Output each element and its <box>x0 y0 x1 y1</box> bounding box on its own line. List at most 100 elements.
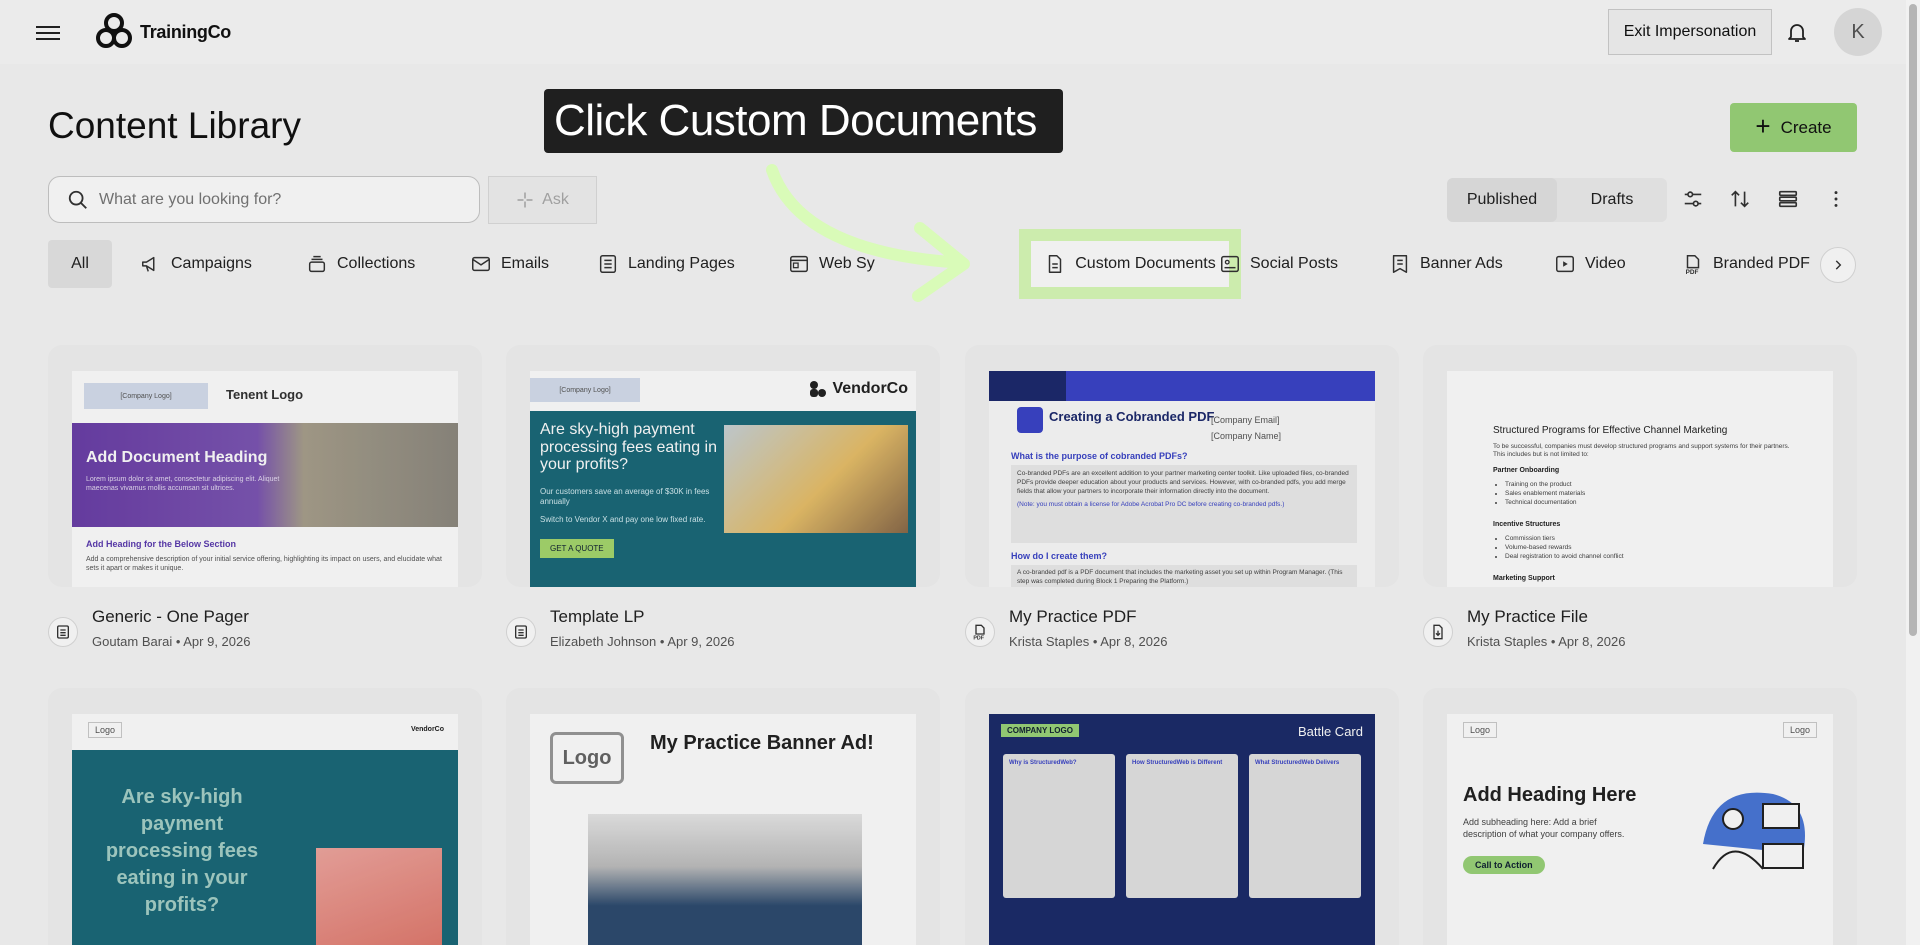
page-icon <box>515 625 527 639</box>
thumb-list-1: Training on the product Sales enablement… <box>1505 481 1585 507</box>
type-badge <box>506 617 536 647</box>
thumb-question-2: How do I create them? <box>1011 551 1108 561</box>
card-title[interactable]: My Practice File <box>1467 607 1588 627</box>
brand-logo[interactable]: TrainingCo <box>94 12 231 52</box>
scrollbar-thumb[interactable] <box>1909 4 1917 636</box>
content-card[interactable]: Logo VendorCo Are sky-high payment proce… <box>48 688 482 945</box>
search-input[interactable] <box>99 190 459 209</box>
content-card[interactable]: COMPANY LOGO Battle Card Why is Structur… <box>965 688 1399 945</box>
card-subtitle: Goutam Barai • Apr 9, 2026 <box>92 634 251 649</box>
card-thumbnail: [Company Logo] VendorCo Are sky-high pay… <box>530 371 916 587</box>
type-badge <box>1423 617 1453 647</box>
content-card[interactable]: Creating a Cobranded PDF [Company Email]… <box>965 345 1399 587</box>
menu-icon[interactable] <box>36 22 60 42</box>
avatar[interactable]: K <box>1834 8 1882 56</box>
card-author: Krista Staples <box>1467 634 1548 649</box>
thumb-heading: Add Heading Here <box>1463 784 1637 806</box>
pointer-arrow-icon <box>766 164 970 302</box>
filter-campaigns[interactable]: Campaigns <box>128 240 264 288</box>
document-icon <box>1049 255 1062 273</box>
thumb-list-item: Training on the product <box>1505 481 1585 490</box>
thumb-headline: Are sky-high payment processing fees eat… <box>540 421 717 474</box>
filter-label: Custom Documents <box>1075 255 1216 272</box>
filter-label: Campaigns <box>171 255 252 272</box>
thumb-section-2: Incentive Structures <box>1493 521 1561 528</box>
stack-icon <box>308 255 326 273</box>
top-bar: TrainingCo Exit Impersonation K <box>0 0 1920 64</box>
ask-button[interactable]: Ask <box>488 176 597 224</box>
more-options-icon[interactable] <box>1825 188 1847 210</box>
card-thumbnail: Logo VendorCo Are sky-high payment proce… <box>72 714 458 945</box>
thumb-heading: Tenent Logo <box>226 387 304 402</box>
filter-all[interactable]: All <box>48 240 112 288</box>
thumb-headline: Are sky-high payment processing fees eat… <box>105 786 259 916</box>
page-icon <box>57 625 69 639</box>
content-card[interactable]: Structured Programs for Effective Channe… <box>1423 345 1857 587</box>
filter-custom-documents[interactable]: Custom Documents <box>1019 229 1241 299</box>
thumb-header-bar <box>989 371 1375 401</box>
content-card[interactable]: Logo My Practice Banner Ad! <box>506 688 940 945</box>
card-thumbnail: Logo My Practice Banner Ad! <box>530 714 916 945</box>
filters-next-button[interactable] <box>1820 247 1856 283</box>
thumb-note: (Note: you must obtain a license for Ado… <box>1017 501 1285 509</box>
published-tab[interactable]: Published <box>1447 178 1557 222</box>
thumb-logo-placeholder: Logo <box>88 722 123 738</box>
thumb-question-1: What is the purpose of cobranded PDFs? <box>1011 451 1188 461</box>
filter-sliders-icon[interactable] <box>1682 188 1704 210</box>
filter-social-posts[interactable]: Social Posts <box>1207 240 1350 288</box>
thumb-text-2: Switch to Vendor X and pay one low fixed… <box>540 515 706 524</box>
card-date: Apr 9, 2026 <box>667 634 735 649</box>
publish-toggle: Published Drafts <box>1447 178 1667 222</box>
type-badge <box>48 617 78 647</box>
card-title[interactable]: Template LP <box>550 607 645 627</box>
vendorco-logo-icon <box>810 381 827 397</box>
filter-branded-pdf[interactable]: PDF Branded PDF <box>1670 240 1822 288</box>
svg-text:PDF: PDF <box>1686 269 1699 275</box>
thumb-section-1: Partner Onboarding <box>1493 467 1560 474</box>
card-date: Apr 8, 2026 <box>1558 634 1626 649</box>
create-label: Create <box>1780 117 1832 137</box>
content-card[interactable]: [Company Logo] VendorCo Are sky-high pay… <box>506 345 940 587</box>
card-title[interactable]: My Practice PDF <box>1009 607 1137 627</box>
card-thumbnail: Creating a Cobranded PDF [Company Email]… <box>989 371 1375 587</box>
drafts-tab[interactable]: Drafts <box>1557 178 1667 222</box>
create-button[interactable]: + Create <box>1730 103 1857 152</box>
mail-icon <box>472 256 490 272</box>
thumb-cta: Call to Action <box>1463 856 1545 874</box>
thumb-banner-text: Lorem ipsum dolor sit amet, consectetur … <box>86 476 280 493</box>
thumb-logo-left: Logo <box>1463 722 1498 738</box>
filter-label: Collections <box>337 255 416 272</box>
thumb-section-text: Add a comprehensive description of your … <box>86 556 442 573</box>
thumb-vendor-logo: VendorCo <box>808 379 908 399</box>
filter-collections[interactable]: Collections <box>294 240 427 288</box>
thumb-list-item: Deal registration to avoid channel confl… <box>1505 553 1624 562</box>
video-icon <box>1556 255 1574 273</box>
filter-landing-pages[interactable]: Landing Pages <box>585 240 747 288</box>
thumb-vendor-name: VendorCo <box>410 726 444 733</box>
list-view-icon[interactable] <box>1777 188 1799 210</box>
pdf-icon: PDF <box>1686 255 1700 275</box>
filter-video[interactable]: Video <box>1542 240 1638 288</box>
thumb-list-item: Commission tiers <box>1505 535 1624 544</box>
card-thumbnail: Logo Logo Add Heading Here Add subheadin… <box>1447 714 1833 945</box>
thumb-answer-box: Co-branded PDFs are an excellent additio… <box>1011 465 1357 543</box>
search-icon <box>68 190 87 209</box>
thumb-title: Battle Card <box>1297 724 1363 739</box>
filter-banner-ads[interactable]: Banner Ads <box>1377 240 1515 288</box>
brand-name: TrainingCo <box>140 21 231 42</box>
filter-emails[interactable]: Emails <box>458 240 561 288</box>
sort-icon[interactable] <box>1729 188 1751 210</box>
thumb-column-1: Why is StructuredWeb? <box>1003 754 1115 898</box>
content-card[interactable]: [Company Logo] Tenent Logo Add Document … <box>48 345 482 587</box>
card-title[interactable]: Generic - One Pager <box>92 607 249 627</box>
card-meta: Template LP Elizabeth Johnson • Apr 9, 2… <box>506 595 940 665</box>
filter-label: Social Posts <box>1250 255 1339 272</box>
content-card[interactable]: Logo Logo Add Heading Here Add subheadin… <box>1423 688 1857 945</box>
card-thumbnail: COMPANY LOGO Battle Card Why is Structur… <box>989 714 1375 945</box>
bell-icon[interactable] <box>1785 20 1809 44</box>
card-meta: Generic - One Pager Goutam Barai • Apr 9… <box>48 595 482 665</box>
megaphone-icon <box>142 256 155 272</box>
social-icon <box>1221 255 1239 273</box>
thumb-doc-icon <box>1017 407 1043 433</box>
exit-impersonation-button[interactable]: Exit Impersonation <box>1608 9 1772 55</box>
